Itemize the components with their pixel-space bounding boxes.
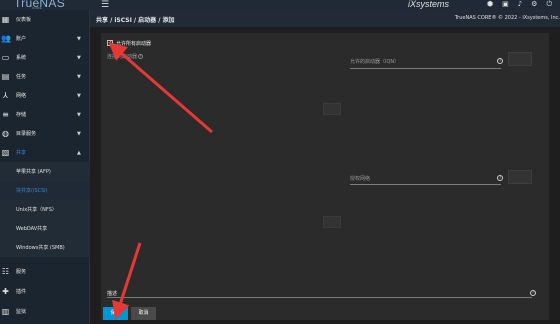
gear-icon[interactable]: ⚙	[531, 0, 537, 9]
sidebar-item-label: 系统	[16, 55, 27, 61]
sidebar-item-network[interactable]: ⅄ 网络 ▼	[0, 86, 90, 105]
truenas-logo[interactable]: TrueNAS CORE	[14, 0, 86, 10]
description-label: 描述	[107, 291, 118, 297]
sidebar-item-label: 网络	[16, 93, 27, 99]
allow-all-initiators-label: 允许所有启动器	[116, 41, 152, 47]
cancel-button[interactable]: 取消	[131, 307, 156, 320]
chevron-down-icon: ▼	[77, 92, 81, 99]
sidebar-subitem-label: 苹果共享 (AFP)	[16, 169, 51, 175]
sidebar-item-label: 目录服务	[16, 131, 37, 137]
help-icon[interactable]: ?	[497, 58, 503, 64]
sidebar-subitem-smb[interactable]: Windows共享 (SMB)	[0, 238, 90, 257]
copyright-text: TrueNAS CORE® © 2022 - iXsystems, Inc.	[454, 15, 560, 21]
sidebar-item-label: 监狱	[16, 309, 27, 315]
bell-icon[interactable]: ♪	[518, 0, 522, 9]
menu-icon[interactable]: ☰	[101, 0, 109, 10]
sidebar-subitem-label: Unix共享（NFS）	[16, 207, 57, 213]
sidebar-item-label: 共享	[16, 150, 27, 156]
sidebar-subitem-label: Windows共享 (SMB)	[16, 245, 65, 251]
initiator-form-panel: ✓ 允许所有启动器 连接的启动器? 允许的启动器（IQN） ? 授权网络 ? 描…	[101, 33, 549, 320]
sidebar-item-label: 服务	[16, 269, 27, 275]
app-window: TrueNAS CORE ☰ iXsystems ⬢ ▣ ♪ ⚙ ⏻ ▦ 仪表板…	[0, 0, 560, 324]
chevron-down-icon: ▼	[77, 111, 81, 118]
sidebar-subitem-afp[interactable]: 苹果共享 (AFP)	[0, 162, 90, 181]
ix-icon[interactable]: ⬢	[487, 0, 493, 9]
chevron-down-icon: ▼	[77, 73, 81, 80]
authorized-networks-label: 授权网络	[350, 176, 371, 182]
sharing-icon: ▧	[1, 148, 10, 157]
description-input[interactable]	[107, 297, 532, 298]
add-network-button[interactable]	[508, 170, 532, 184]
jails-icon: ▥	[1, 307, 10, 316]
sidebar-item-label: 存储	[16, 112, 27, 118]
storage-icon: ≡	[2, 110, 9, 119]
chevron-up-icon: ▲	[77, 149, 81, 156]
sidebar-item-system[interactable]: ▭ 系统 ▼	[0, 48, 90, 67]
services-icon: ☷	[1, 267, 10, 276]
allowed-initiators-label: 允许的启动器（IQN）	[350, 59, 400, 65]
sidebar: ▦ 仪表板 👥 账户 ▼ ▭ 系统 ▼ ▤ 任务 ▼ ⅄ 网络 ▼ ≡ 存储 ▼	[0, 10, 90, 324]
sidebar-subitem-label: 块共享(iSCSI)	[16, 188, 48, 194]
connected-initiators-label: 连接的启动器?	[107, 53, 144, 60]
plugins-icon: ✚	[2, 287, 9, 296]
sidebar-item-label: 任务	[16, 74, 27, 80]
save-button[interactable]: 保存	[103, 307, 128, 320]
brand-text: iXsystems	[408, 0, 450, 9]
allowed-initiators-input[interactable]	[350, 68, 501, 69]
authorized-networks-input[interactable]	[350, 184, 501, 185]
sidebar-subitem-label: WebDAV共享	[16, 226, 48, 232]
move-right-button[interactable]	[323, 103, 341, 115]
info-icon[interactable]: ?	[138, 54, 144, 59]
move-right-button-2[interactable]	[323, 216, 341, 228]
sidebar-subitem-nfs[interactable]: Unix共享（NFS）	[0, 200, 90, 219]
help-icon[interactable]: ?	[497, 175, 503, 181]
sidebar-item-services[interactable]: ☷ 服务	[0, 262, 90, 281]
accounts-icon: 👥	[1, 34, 11, 43]
directory-icon: ◍	[2, 129, 9, 138]
sidebar-item-sharing[interactable]: ▧ 共享 ▲	[0, 143, 90, 162]
network-icon: ⅄	[3, 91, 8, 100]
sidebar-item-directory-services[interactable]: ◍ 目录服务 ▼	[0, 124, 90, 143]
system-icon: ▭	[1, 53, 10, 62]
header-icons: ⬢ ▣ ♪ ⚙ ⏻	[487, 0, 552, 9]
clipboard-icon[interactable]: ▣	[502, 0, 509, 9]
sidebar-subitem-iscsi[interactable]: 块共享(iSCSI)	[0, 181, 90, 200]
chevron-down-icon: ▼	[77, 35, 81, 42]
sidebar-item-accounts[interactable]: 👥 账户 ▼	[0, 29, 90, 48]
breadcrumb-bar: 共享 / iSCSI / 启动器 / 添加 TrueNAS CORE® © 20…	[90, 10, 560, 27]
top-header: TrueNAS CORE ☰ iXsystems ⬢ ▣ ♪ ⚙ ⏻	[0, 0, 560, 10]
sidebar-item-label: 仪表板	[16, 17, 32, 23]
chevron-down-icon: ▼	[77, 54, 81, 61]
sidebar-item-label: 插件	[16, 289, 27, 295]
allow-all-initiators-checkbox[interactable]: ✓	[107, 40, 113, 46]
sidebar-item-storage[interactable]: ≡ 存储 ▼	[0, 105, 90, 124]
breadcrumb: 共享 / iSCSI / 启动器 / 添加	[96, 17, 175, 24]
sidebar-item-label: 账户	[16, 36, 27, 42]
add-initiator-button[interactable]	[508, 52, 532, 66]
sidebar-item-dashboard[interactable]: ▦ 仪表板	[0, 10, 90, 29]
dashboard-icon: ▦	[1, 15, 10, 24]
sidebar-subitem-webdav[interactable]: WebDAV共享	[0, 219, 90, 238]
sidebar-item-jails[interactable]: ▥ 监狱	[0, 302, 90, 321]
sidebar-item-tasks[interactable]: ▤ 任务 ▼	[0, 67, 90, 86]
chevron-down-icon: ▼	[77, 130, 81, 137]
tasks-icon: ▤	[1, 72, 10, 81]
connected-initiators-list[interactable]	[107, 60, 317, 160]
power-icon[interactable]: ⏻	[546, 0, 552, 9]
sidebar-item-plugins[interactable]: ✚ 插件	[0, 282, 90, 301]
help-icon[interactable]: ?	[530, 290, 536, 296]
